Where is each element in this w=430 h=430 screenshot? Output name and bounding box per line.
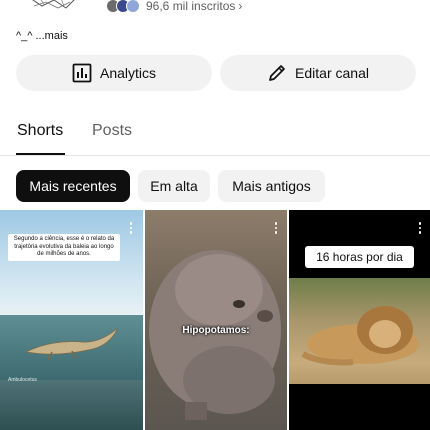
short-tile[interactable]: Hipopotamos:: [145, 210, 287, 430]
edit-channel-label: Editar canal: [295, 65, 369, 81]
channel-tabs: Shorts Posts: [0, 110, 430, 156]
subscriber-avatars: [106, 0, 146, 13]
analytics-icon: [72, 63, 92, 83]
tab-posts[interactable]: Posts: [92, 122, 132, 140]
short-tile[interactable]: Segundo a ciência, esse é o relato da tr…: [0, 210, 143, 430]
short-caption: Hipopotamos:: [182, 325, 250, 336]
tab-selected-indicator: [16, 153, 65, 155]
short-tile[interactable]: 16 horas por dia: [289, 210, 430, 430]
short-caption: Segundo a ciência, esse é o relato da tr…: [8, 234, 120, 261]
kebab-icon[interactable]: [417, 222, 423, 236]
filter-chip-recent[interactable]: Mais recentes: [16, 170, 130, 202]
subscriber-count[interactable]: 96,6 mil inscritos ›: [146, 0, 242, 13]
lion-illustration: [301, 306, 419, 366]
channel-description[interactable]: ^_^ ...mais: [16, 30, 68, 42]
pencil-icon: [269, 65, 285, 81]
mini-avatar: [126, 0, 140, 13]
tab-shorts[interactable]: Shorts: [17, 122, 63, 140]
kebab-icon[interactable]: [273, 222, 279, 236]
channel-avatar[interactable]: [24, 0, 88, 18]
subscriber-count-text: 96,6 mil inscritos: [146, 0, 236, 13]
whale-ancestor-illustration: [24, 327, 119, 361]
short-caption: 16 horas por dia: [305, 246, 414, 268]
analytics-button[interactable]: Analytics: [16, 55, 212, 91]
hippo-illustration: [149, 250, 281, 420]
channel-header: 96,6 mil inscritos ›: [0, 0, 430, 22]
edit-channel-button[interactable]: Editar canal: [220, 55, 416, 91]
kebab-icon[interactable]: [128, 222, 134, 236]
analytics-label: Analytics: [99, 65, 157, 81]
thumbnail-sky: [0, 210, 143, 315]
filter-chip-trending[interactable]: Em alta: [138, 170, 210, 202]
filter-chip-oldest[interactable]: Mais antigos: [218, 170, 325, 202]
thumbnail-lower: [0, 380, 143, 430]
short-subtext: Ambulocetus: [8, 377, 37, 383]
shorts-grid: Segundo a ciência, esse é o relato da tr…: [0, 210, 430, 430]
chevron-right-icon: ›: [238, 0, 243, 13]
